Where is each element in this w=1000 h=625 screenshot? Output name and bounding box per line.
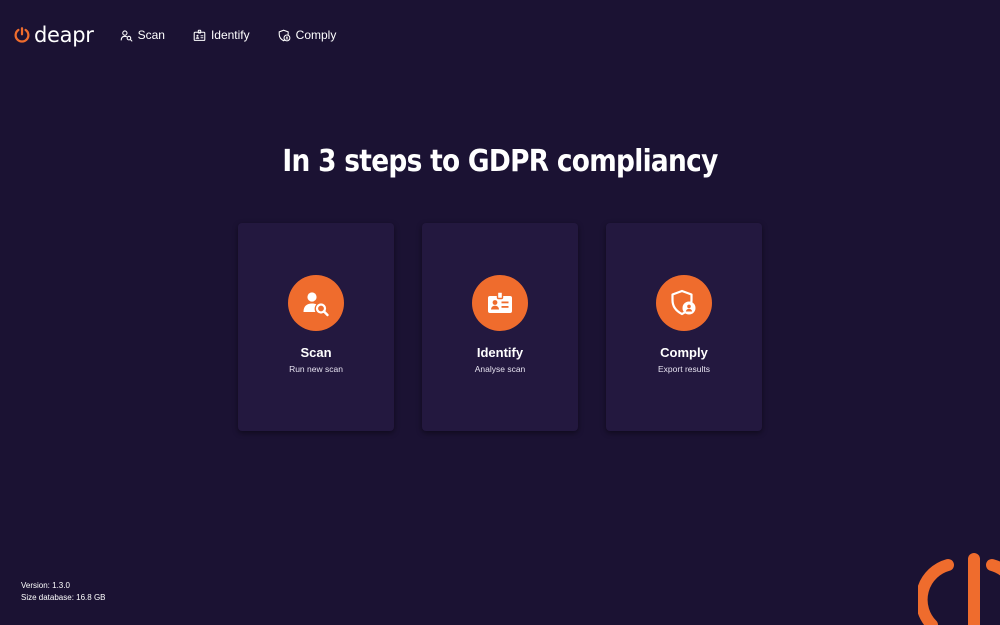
card-title: Scan xyxy=(300,345,332,360)
page-title: In 3 steps to GDPR compliancy xyxy=(282,144,718,179)
scan-card[interactable]: Scan Run new scan xyxy=(238,223,394,431)
id-badge-icon xyxy=(488,291,512,313)
step-cards: Scan Run new scan Identify Analyse scan xyxy=(238,223,762,431)
card-title: Comply xyxy=(660,345,708,360)
nav-item-label: Identify xyxy=(210,28,250,42)
nav-item-identify[interactable]: Identify xyxy=(193,28,250,42)
logo[interactable]: deapr xyxy=(13,22,94,48)
shield-user-icon xyxy=(278,29,291,41)
identify-card[interactable]: Identify Analyse scan xyxy=(422,223,578,431)
top-navigation: deapr Scan Identify Comply xyxy=(13,22,364,48)
power-watermark-icon xyxy=(918,553,1000,625)
app-info: Version: 1.3.0 Size database: 16.8 GB xyxy=(21,580,106,604)
card-icon-circle xyxy=(472,275,528,331)
card-subtitle: Export results xyxy=(658,364,710,374)
app-window: deapr Scan Identify Comply In 3 steps to… xyxy=(0,0,1000,625)
comply-card[interactable]: Comply Export results xyxy=(606,223,762,431)
nav-item-label: Comply xyxy=(295,28,337,42)
card-icon-circle xyxy=(656,275,712,331)
shield-user-icon xyxy=(671,289,696,316)
card-subtitle: Analyse scan xyxy=(474,364,526,374)
nav-item-comply[interactable]: Comply xyxy=(278,28,337,42)
card-icon-circle xyxy=(288,275,344,331)
database-size-text: Size database: 16.8 GB xyxy=(21,593,106,602)
id-badge-icon xyxy=(193,29,206,41)
nav-item-label: Scan xyxy=(137,28,165,42)
logo-text: deapr xyxy=(34,23,94,47)
card-subtitle: Run new scan xyxy=(289,364,343,374)
version-text: Version: 1.3.0 xyxy=(21,581,70,590)
user-search-icon xyxy=(303,292,329,317)
user-search-icon xyxy=(120,29,132,42)
power-logo-icon xyxy=(14,27,30,43)
card-title: Identify xyxy=(476,345,524,360)
nav-item-scan[interactable]: Scan xyxy=(120,28,165,42)
